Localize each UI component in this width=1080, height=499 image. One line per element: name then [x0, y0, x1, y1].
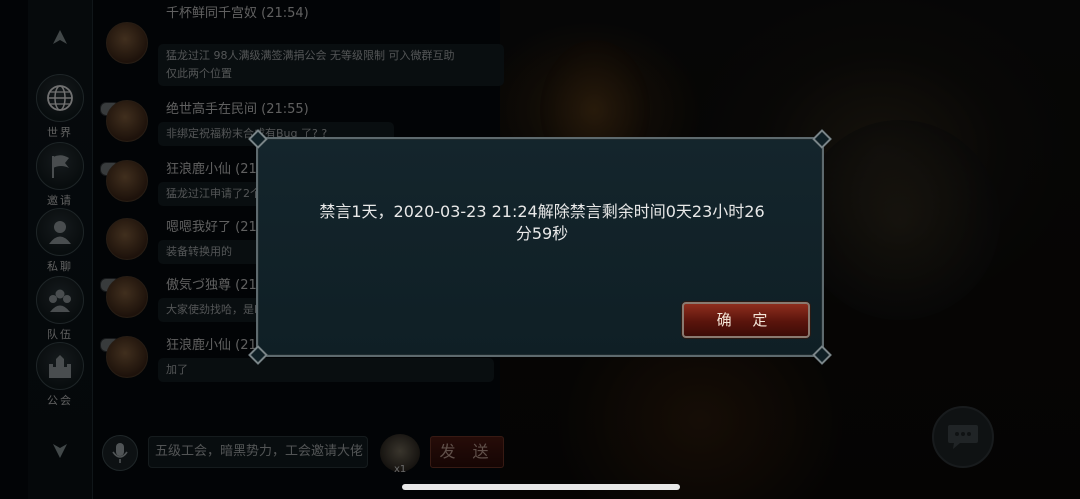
- home-indicator[interactable]: [402, 484, 680, 490]
- mute-notice-dialog: 禁言1天，2020-03-23 21:24解除禁言剩余时间0天23小时26 分5…: [248, 129, 832, 365]
- dialog-message: 禁言1天，2020-03-23 21:24解除禁言剩余时间0天23小时26 分5…: [288, 201, 796, 245]
- dialog-message-line: 禁言1天，2020-03-23 21:24解除禁言剩余时间0天23小时26: [319, 202, 765, 221]
- confirm-button[interactable]: 确 定: [682, 302, 810, 338]
- dialog-message-line: 分59秒: [515, 224, 569, 243]
